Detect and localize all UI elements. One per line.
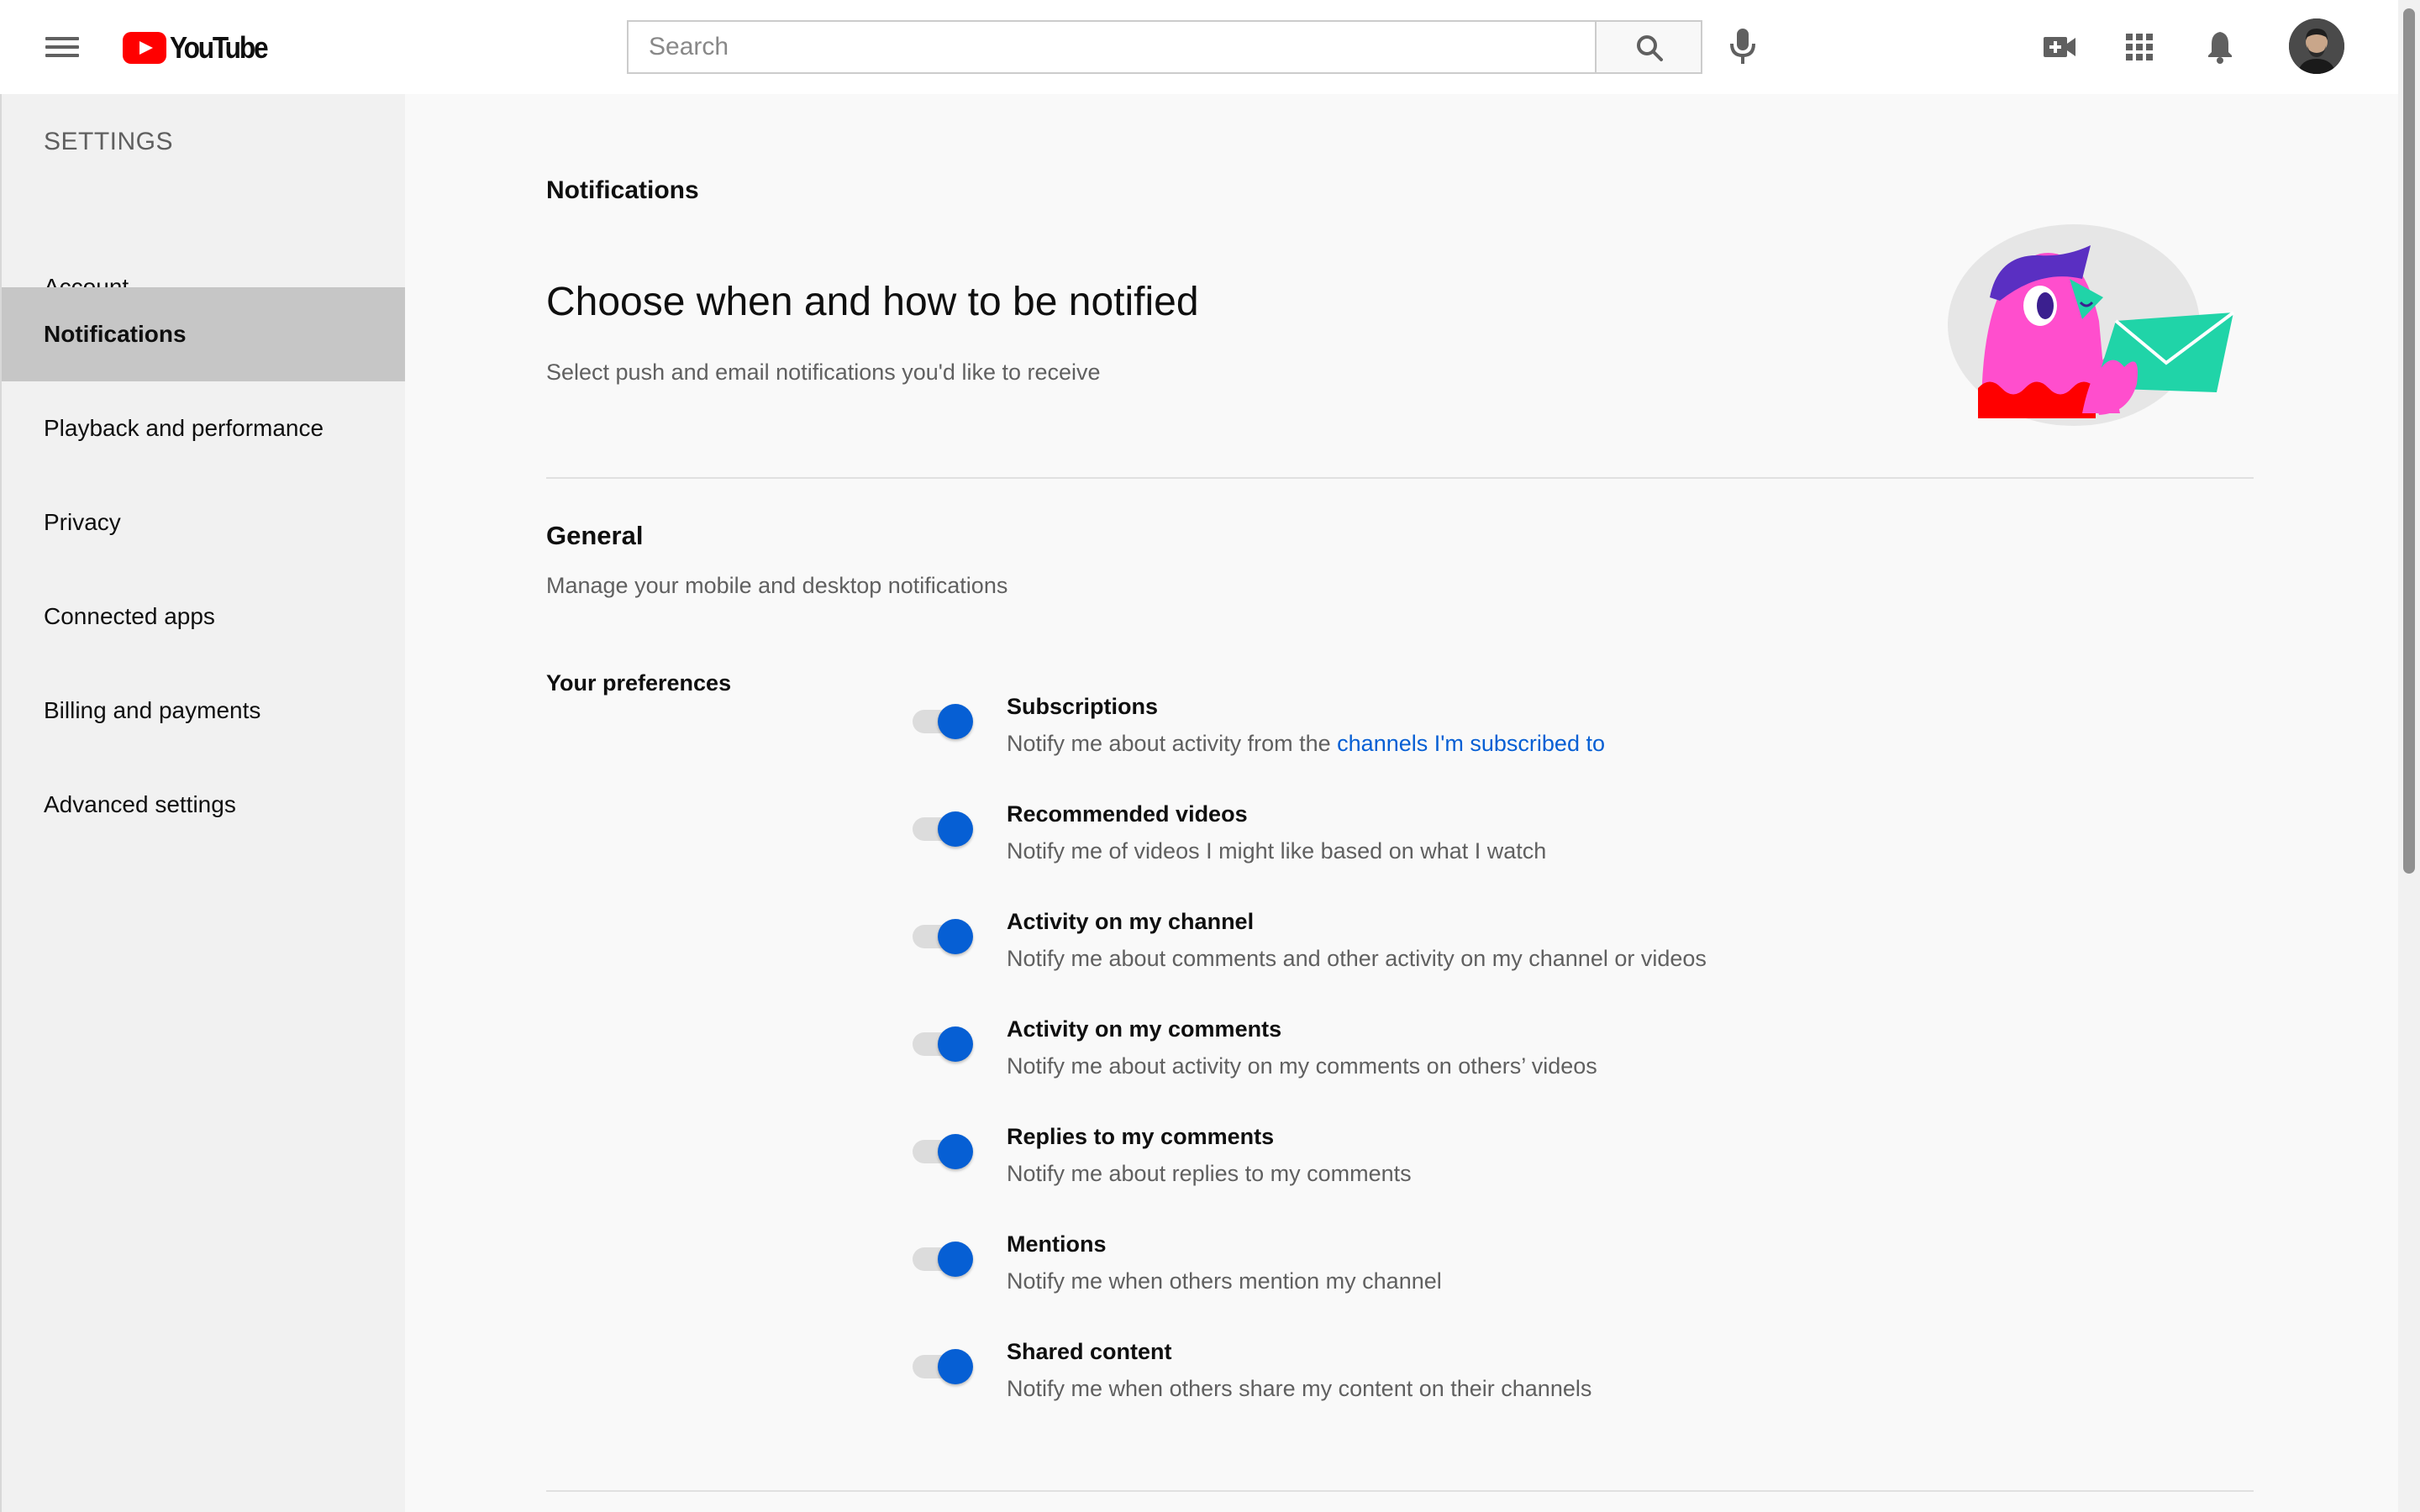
subscribed-channels-link[interactable]: channels I'm subscribed to (1337, 731, 1605, 756)
pref-row-subscriptions: Subscriptions Notify me about activity f… (908, 685, 2252, 769)
pref-desc: Notify me about comments and other activ… (1007, 946, 1707, 971)
pref-desc-text: Notify me about activity from the (1007, 731, 1338, 756)
sidebar-item-label: Notifications (44, 321, 187, 347)
sidebar-item-label: Privacy (44, 509, 121, 535)
notifications-bell-icon (2208, 32, 2232, 64)
sidebar-item-connected-apps[interactable]: Connected apps (2, 570, 407, 664)
settings-sidebar: SETTINGS Account Notifications Playback … (0, 94, 407, 1512)
comment-activity-toggle[interactable] (908, 1018, 975, 1062)
apps-button[interactable] (2119, 27, 2160, 67)
youtube-logo[interactable]: YouTube (123, 29, 280, 67)
notifications-button[interactable] (2200, 27, 2240, 67)
sidebar-item-label: Billing and payments (44, 697, 261, 723)
pref-row-recommended: Recommended videos Notify me of videos I… (908, 793, 2252, 877)
notifications-illustration (1948, 224, 2235, 426)
pref-title: Mentions (1007, 1231, 1107, 1257)
logo-text: YouTube (170, 30, 269, 65)
sidebar-item-notifications[interactable]: Notifications (2, 287, 407, 381)
voice-search-button[interactable] (1724, 25, 1761, 69)
search-input[interactable] (649, 33, 1595, 61)
scrollbar-thumb[interactable] (2403, 8, 2415, 874)
section-divider (546, 477, 2254, 479)
search-button[interactable] (1595, 20, 1702, 74)
sidebar-item-label: Playback and performance (44, 415, 324, 441)
sidebar-title: SETTINGS (44, 128, 174, 155)
section-subtitle-general: Manage your mobile and desktop notificat… (546, 573, 1008, 598)
page-label: Notifications (546, 176, 699, 204)
search-box (627, 20, 1595, 74)
search-icon (1637, 35, 1663, 61)
page-subtitle: Select push and email notifications you'… (546, 360, 1101, 385)
pref-title: Activity on my channel (1007, 909, 1255, 934)
pref-desc: Notify me about activity from the channe… (1007, 731, 1605, 757)
menu-icon[interactable] (45, 32, 79, 62)
sidebar-item-privacy[interactable]: Privacy (2, 475, 407, 570)
mentions-toggle[interactable] (908, 1233, 975, 1277)
pref-row-comment-activity: Activity on my comments Notify me about … (908, 1008, 2252, 1092)
replies-toggle[interactable] (908, 1126, 975, 1169)
page-scrollbar[interactable] (2398, 0, 2420, 1512)
pref-title: Activity on my comments (1007, 1016, 1282, 1042)
mic-icon (1730, 29, 1755, 64)
user-avatar-icon (2289, 18, 2344, 74)
pref-row-replies: Replies to my comments Notify me about r… (908, 1116, 2252, 1200)
pref-title: Replies to my comments (1007, 1124, 1275, 1149)
pref-title: Shared content (1007, 1339, 1172, 1364)
apps-grid-icon (2126, 34, 2153, 60)
pref-title: Subscriptions (1007, 694, 1159, 719)
pref-row-shared-content: Shared content Notify me when others sha… (908, 1331, 2252, 1415)
settings-main: Notifications Choose when and how to be … (405, 94, 2398, 1512)
create-video-button[interactable] (2040, 27, 2081, 67)
subscriptions-toggle[interactable] (908, 696, 975, 739)
shared-content-toggle[interactable] (908, 1341, 975, 1384)
recommended-videos-toggle[interactable] (908, 803, 975, 847)
sidebar-item-advanced[interactable]: Advanced settings (2, 758, 407, 852)
avatar[interactable] (2289, 18, 2344, 74)
pref-desc: Notify me about activity on my comments … (1007, 1053, 1597, 1079)
pref-title: Recommended videos (1007, 801, 1248, 827)
pref-desc: Notify me of videos I might like based o… (1007, 838, 1547, 864)
section-divider (546, 1490, 2254, 1492)
preferences-label: Your preferences (546, 670, 732, 696)
sidebar-item-label: Advanced settings (44, 791, 236, 817)
sidebar-item-label: Connected apps (44, 603, 215, 629)
pref-desc: Notify me when others share my content o… (1007, 1376, 1592, 1401)
sidebar-item-billing[interactable]: Billing and payments (2, 664, 407, 758)
section-title-general: General (546, 521, 644, 550)
pref-row-mentions: Mentions Notify me when others mention m… (908, 1223, 2252, 1307)
top-header: YouTube (0, 0, 2420, 94)
channel-activity-toggle[interactable] (908, 911, 975, 954)
page-title: Choose when and how to be notified (546, 280, 1199, 324)
pref-desc: Notify me about replies to my comments (1007, 1161, 1412, 1186)
sidebar-item-playback[interactable]: Playback and performance (2, 381, 407, 475)
create-video-icon (2044, 37, 2075, 57)
pref-desc: Notify me when others mention my channel (1007, 1268, 1442, 1294)
pref-row-channel-activity: Activity on my channel Notify me about c… (908, 900, 2252, 984)
play-logo-icon (123, 32, 166, 64)
